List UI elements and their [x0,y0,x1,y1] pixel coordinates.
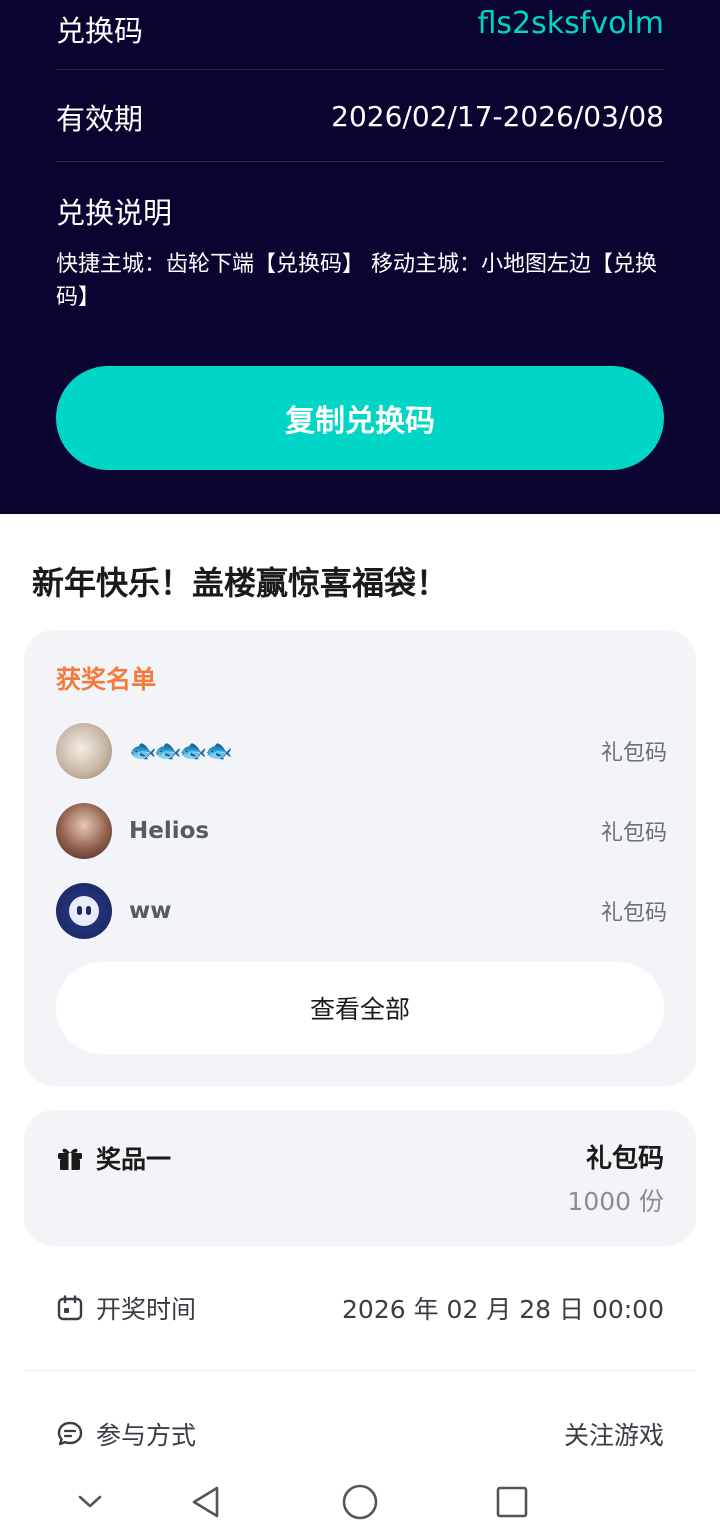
home-circle-icon [342,1484,378,1520]
winner-name: 🐟🐟🐟🐟 [129,738,233,764]
view-all-button[interactable]: 查看全部 [56,962,664,1054]
draw-time-row: 开奖时间 2026 年 02 月 28 日 00:00 [56,1288,664,1328]
winner-prize: 礼包码 [600,901,667,926]
winner-row[interactable]: Helios 礼包码 [56,802,667,860]
participation-row: 参与方式 关注游戏 [56,1414,664,1454]
code-label: 兑换码 [56,14,144,48]
back-triangle-icon [192,1486,219,1518]
participation-label: 参与方式 [96,1421,197,1450]
divider [24,1370,696,1371]
explain-text: 快捷主城：齿轮下端【兑换码】 移动主城：小地图左边【兑换码】 [56,252,657,310]
redeem-code-panel: 兑换码 fls2sksfvolm 有效期 2026/02/17-2026/03/… [0,0,720,514]
divider [56,69,664,70]
explain-title: 兑换说明 [56,196,173,230]
robot-avatar-icon [69,896,99,926]
recents-square-icon [496,1486,528,1518]
winner-prize: 礼包码 [600,821,667,846]
winner-prize: 礼包码 [600,741,667,766]
valid-label: 有效期 [56,101,144,136]
chevron-down-icon [78,1495,102,1508]
divider [56,161,664,162]
system-nav-bar [0,1464,720,1540]
page: 兑换码 fls2sksfvolm 有效期 2026/02/17-2026/03/… [0,0,720,1540]
nav-collapse-button[interactable] [68,1480,112,1524]
valid-value: 2026/02/17-2026/03/08 [331,100,664,133]
winner-name: Helios [129,818,210,844]
avatar[interactable] [56,723,112,779]
code-row: 兑换码 fls2sksfvolm [56,0,664,70]
avatar[interactable] [56,883,112,939]
event-title: 新年快乐！盖楼赢惊喜福袋！ [32,564,449,602]
winners-label: 获奖名单 [56,665,157,694]
avatar[interactable] [56,803,112,859]
gift-icon [58,1148,82,1170]
draw-time-value: 2026 年 02 月 28 日 00:00 [342,1295,664,1324]
copy-code-button[interactable]: 复制兑换码 [56,366,664,470]
draw-time-label: 开奖时间 [96,1295,197,1324]
prize-card: 奖品一 礼包码 1000 份 [24,1110,696,1246]
draw-time-left: 开奖时间 [56,1290,196,1326]
code-value[interactable]: fls2sksfvolm [478,6,664,41]
calendar-icon [57,1295,83,1321]
winner-row[interactable]: 🐟🐟🐟🐟 礼包码 [56,722,667,780]
nav-home-button[interactable] [338,1480,382,1524]
prize-left: 奖品一 [56,1140,171,1176]
participation-left: 参与方式 [56,1416,196,1452]
valid-row: 有效期 2026/02/17-2026/03/08 [56,71,664,162]
winners-card: 获奖名单 🐟🐟🐟🐟 礼包码 Helios 礼包码 ww 礼包码 查看全部 [24,630,696,1086]
prize-name: 奖品一 [96,1145,172,1174]
participation-value: 关注游戏 [563,1421,664,1450]
winner-name: ww [129,898,172,924]
prize-count: 1000 份 [567,1187,664,1216]
nav-back-button[interactable] [184,1480,228,1524]
winner-row[interactable]: ww 礼包码 [56,882,667,940]
chat-icon [57,1421,83,1446]
prize-type: 礼包码 [585,1144,664,1174]
nav-recents-button[interactable] [490,1480,534,1524]
